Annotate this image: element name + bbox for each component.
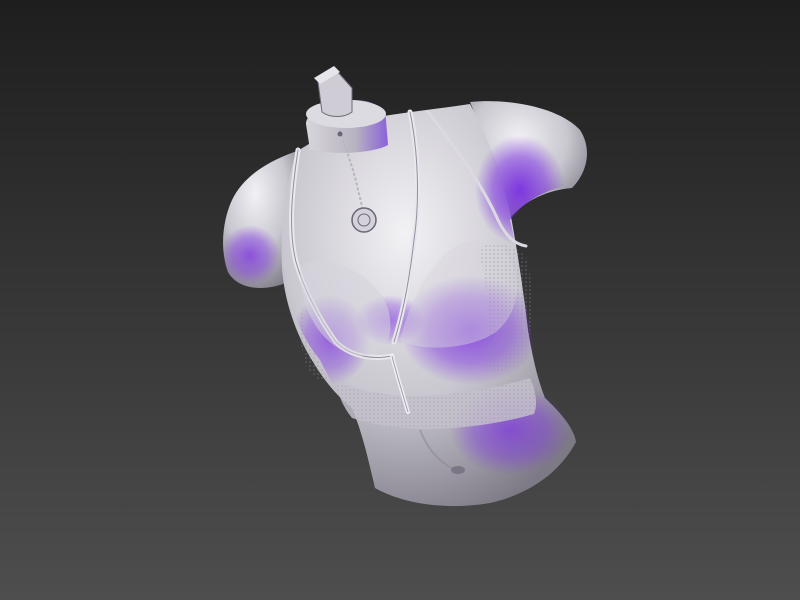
pendant-icon: [351, 207, 377, 233]
3d-viewport[interactable]: [0, 0, 800, 600]
viewport-canvas[interactable]: [0, 0, 800, 600]
navel: [451, 466, 465, 474]
pendant-bail: [337, 131, 343, 137]
